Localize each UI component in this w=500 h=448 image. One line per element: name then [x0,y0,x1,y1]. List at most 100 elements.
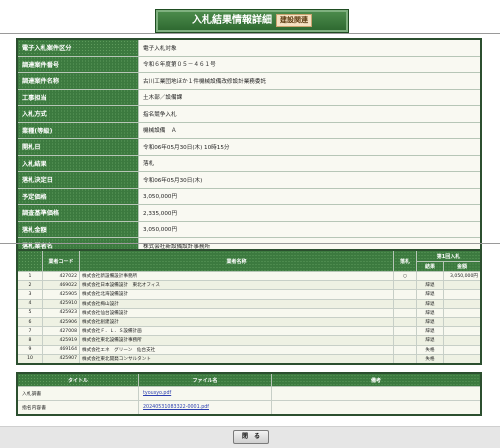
col-title-header: タイトル [16,372,139,387]
col-round1-header: 第1回入札 [416,249,482,262]
bidder-name: 株式会社東北開発コンサルタント [79,353,394,365]
file-link[interactable]: 20240531083322-0001.pdf [143,405,209,410]
bid-result: 辞退 [416,298,444,309]
table-row: 9 469164 株式会社エネ グリーン 仙台支社 失格 [16,344,482,355]
case-info-table: 電子入札案件区分 電子入札対象 調達案件番号 令和６年度第０５－４６１号 調達案件名称古… [16,38,482,272]
table-row: 7 427008 株式会社Ｆ．Ｌ．Ｓ設備計画 辞退 [16,326,482,337]
col-name-header: 業者名称 [79,249,394,272]
bid-amount [443,298,482,309]
bidder-code: 427022 [42,270,80,282]
col-file-header: ファイル名 [138,372,272,387]
bidder-name: 株式会社創建設計 [79,316,394,328]
bidder-no: 3 [16,289,43,300]
info-label: 落札決定日 [16,171,139,189]
info-label: 予定価格 [16,187,139,205]
award-mark: ○ [393,270,417,282]
col-result-header: 結果 [416,261,444,272]
bid-amount [443,353,482,365]
table-row: 5 425923 株式会社仙台設備設計 辞退 [16,307,482,318]
info-value: 3,050,000円 [138,187,482,205]
col-award-header: 落札 [393,249,417,272]
bid-result [416,270,444,282]
file-cell: tyousyo.pdf [138,386,272,401]
bidder-no: 5 [16,307,43,318]
info-label: 開札日 [16,138,139,156]
table-row: 4 425910 株式会社梅山設計 辞退 [16,298,482,309]
info-value: 3,050,000円 [138,220,482,238]
bidder-name: 株式会社エネ グリーン 仙台支社 [79,344,394,355]
bidder-code: 425906 [42,316,80,328]
award-mark [393,298,417,309]
info-label: 調達案件名称 [16,72,139,90]
file-title: 入札調書 [16,386,139,401]
table-row: 1 427022 株式会社新設備設計事務所 ○ 3,050,000円 [16,270,482,282]
award-mark [393,335,417,346]
award-mark [393,326,417,337]
award-mark [393,344,417,355]
bidder-no: 4 [16,298,43,309]
info-value: 機械設備 Ａ [138,121,482,139]
info-label: 入札結果 [16,154,139,172]
footer-bar: 閉 る [0,426,500,448]
col-no-header [16,249,43,272]
info-row: 落札金額 3,050,000円 [16,220,482,238]
bidder-code: 427008 [42,326,80,337]
bidder-no: 1 [16,270,43,282]
col-note-header: 備考 [271,372,482,387]
file-note [271,386,482,401]
info-row: 業種(等級) 機械設備 Ａ [16,121,482,139]
bidder-name: 株式会社北海設備設計 [79,289,394,300]
bid-amount [443,307,482,318]
bidders-table: 業者コード 業者名称 落札 第1回入札 結果 金額 1 427022 株式会社新設備… [16,249,482,365]
bidder-code: 425910 [42,298,80,309]
info-row: 入札結果 落札 [16,154,482,172]
info-value: 令和６年度第０５－４６１号 [138,55,482,73]
bidder-no: 7 [16,326,43,337]
info-label: 落札金額 [16,220,139,238]
bid-result: 辞退 [416,335,444,346]
info-label: 調達案件番号 [16,55,139,73]
bidder-name: 株式会社梅山設計 [79,298,394,309]
divider [0,243,500,244]
close-button[interactable]: 閉 る [233,430,269,444]
info-value: 古川工業団地ほか１件機械設備改修設計業務委託 [138,72,482,90]
bidder-code: 425907 [42,353,80,365]
bid-amount [443,344,482,355]
info-row: 工事担当 土木部／設備課 [16,88,482,106]
bidder-name: 株式会社東北設備設計事務所 [79,335,394,346]
info-value: 電子入札対象 [138,38,482,57]
bid-amount [443,326,482,337]
info-row: 予定価格 3,050,000円 [16,187,482,205]
info-label: 業種(等級) [16,121,139,139]
file-title: 指名内容書 [16,400,139,416]
award-mark [393,307,417,318]
bid-result: 辞退 [416,316,444,328]
info-label: 電子入札案件区分 [16,38,139,57]
files-table: タイトル ファイル名 備考 入札調書 tyousyo.pdf 指名内容書 202405… [16,372,482,416]
info-row: 落札決定日 令和06年05月30日(木) [16,171,482,189]
bid-amount: 3,050,000円 [443,270,482,282]
table-row: 6 425906 株式会社創建設計 辞退 [16,316,482,328]
bidder-code: 425905 [42,289,80,300]
award-mark [393,289,417,300]
bidder-code: 469022 [42,280,80,291]
info-value: 落札 [138,154,482,172]
bid-amount [443,280,482,291]
bidder-name: 株式会社仙台設備設計 [79,307,394,318]
table-row: 2 469022 株式会社日本設備設計 東北オフィス 辞退 [16,280,482,291]
file-link[interactable]: tyousyo.pdf [143,391,171,396]
divider [0,33,500,34]
info-value: 指名競争入札 [138,105,482,123]
bid-result: 辞退 [416,307,444,318]
info-value: 令和06年05月30日(木) 10時15分 [138,138,482,156]
info-label: 調査基準価格 [16,204,139,222]
info-label: 入札方式 [16,105,139,123]
info-row: 調達案件名称 古川工業団地ほか１件機械設備改修設計業務委託 [16,72,482,90]
bid-result: 失格 [416,353,444,365]
bidder-name: 株式会社新設備設計事務所 [79,270,394,282]
bidder-name: 株式会社Ｆ．Ｌ．Ｓ設備計画 [79,326,394,337]
col-amount-header: 金額 [443,261,482,272]
bidder-code: 469164 [42,344,80,355]
bid-result: 辞退 [416,280,444,291]
award-mark [393,280,417,291]
